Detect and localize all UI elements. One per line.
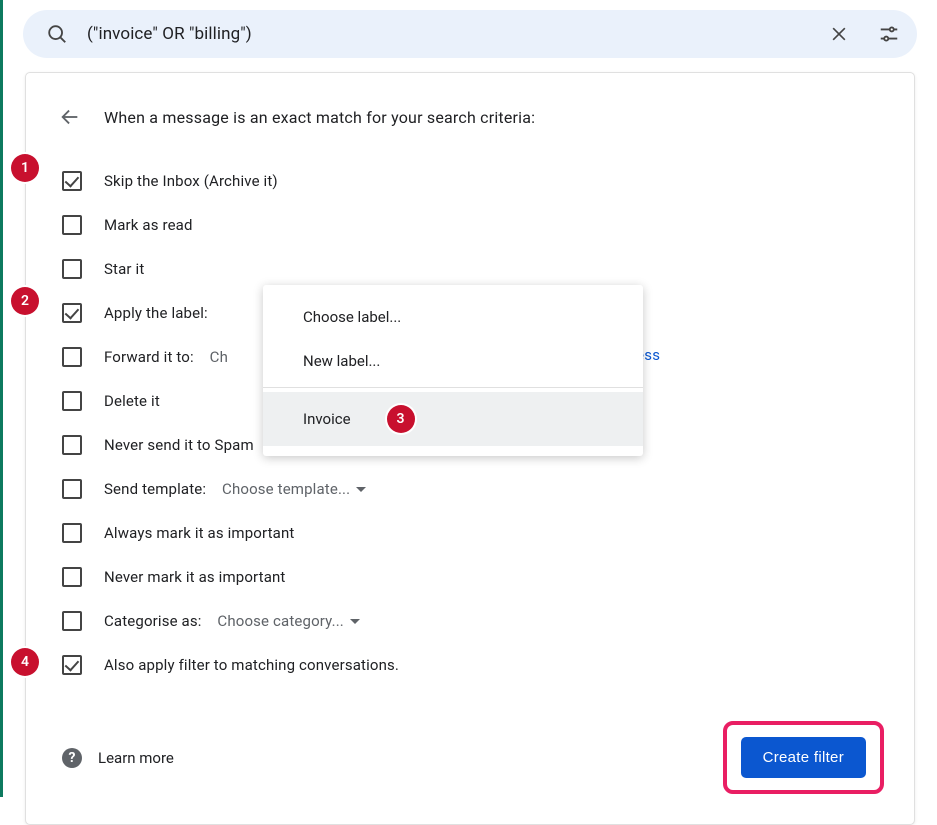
label-forward: Forward it to: Ch (104, 348, 228, 366)
chevron-down-icon (350, 619, 360, 624)
label-never-important: Never mark it as important (104, 568, 286, 586)
template-select[interactable]: Choose template... (222, 480, 366, 498)
label-send-template: Send template: Choose template... (104, 480, 366, 498)
help-icon: ? (62, 748, 82, 768)
popup-item-invoice[interactable]: Invoice 3 (263, 392, 643, 446)
checkbox-delete[interactable] (62, 391, 82, 411)
popup-divider (263, 387, 643, 388)
popup-new-label[interactable]: New label... (263, 339, 643, 383)
checkbox-star[interactable] (62, 259, 82, 279)
label-popup-menu: Choose label... New label... Invoice 3 (263, 285, 643, 456)
learn-more-link[interactable]: ? Learn more (62, 748, 174, 768)
checkbox-skip-inbox[interactable] (62, 171, 82, 191)
annotation-badge-4: 4 (11, 648, 39, 676)
search-input[interactable]: ("invoice" OR "billing") (87, 24, 809, 44)
popup-choose-label[interactable]: Choose label... (263, 295, 643, 339)
checkbox-also-apply[interactable] (62, 655, 82, 675)
label-always-important: Always mark it as important (104, 524, 294, 542)
label-apply-label: Apply the label: (104, 304, 208, 322)
annotation-badge-1: 1 (11, 154, 39, 182)
checkbox-forward[interactable] (62, 347, 82, 367)
label-also-apply: Also apply filter to matching conversati… (104, 656, 399, 674)
label-star: Star it (104, 260, 144, 278)
checkbox-apply-label[interactable] (62, 303, 82, 323)
chevron-down-icon (356, 487, 366, 492)
checkbox-send-template[interactable] (62, 479, 82, 499)
checkbox-always-important[interactable] (62, 523, 82, 543)
tune-icon[interactable] (869, 14, 909, 54)
checkbox-never-important[interactable] (62, 567, 82, 587)
back-arrow-icon[interactable] (56, 103, 84, 131)
checkbox-categorise[interactable] (62, 611, 82, 631)
category-select[interactable]: Choose category... (217, 612, 360, 630)
checkbox-never-spam[interactable] (62, 435, 82, 455)
label-mark-read: Mark as read (104, 216, 193, 234)
forward-select[interactable]: Ch (210, 348, 228, 366)
label-skip-inbox: Skip the Inbox (Archive it) (104, 172, 278, 190)
annotation-badge-3: 3 (387, 405, 415, 433)
label-never-spam: Never send it to Spam (104, 436, 254, 454)
search-icon[interactable] (37, 14, 77, 54)
create-filter-button[interactable]: Create filter (741, 737, 866, 778)
label-categorise: Categorise as: Choose category... (104, 612, 360, 630)
panel-heading: When a message is an exact match for you… (104, 108, 535, 127)
label-delete: Delete it (104, 392, 160, 410)
clear-icon[interactable] (819, 14, 859, 54)
create-filter-highlight: Create filter (723, 721, 884, 794)
checkbox-mark-read[interactable] (62, 215, 82, 235)
annotation-badge-2: 2 (11, 287, 39, 315)
search-bar: ("invoice" OR "billing") (23, 10, 917, 58)
